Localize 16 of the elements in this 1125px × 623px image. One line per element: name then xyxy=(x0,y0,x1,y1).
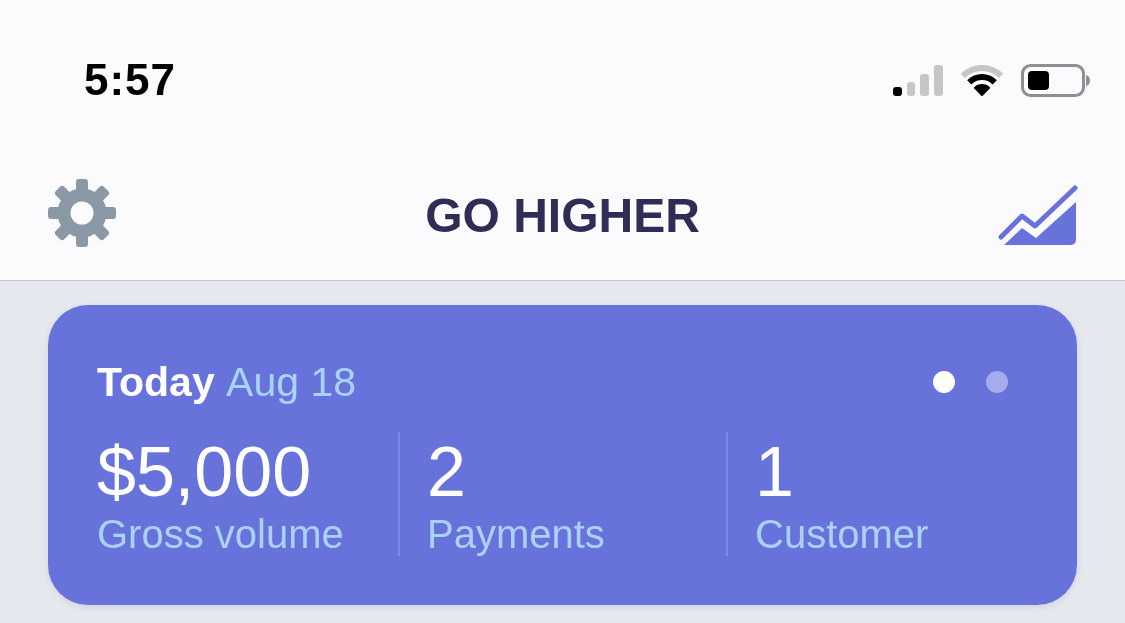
stat-value: $5,000 xyxy=(97,432,313,512)
battery-icon xyxy=(1021,63,1090,97)
card-heading: Today Aug 18 xyxy=(97,358,357,407)
nav-title: GO HIGHER xyxy=(425,187,700,243)
page-dot[interactable] xyxy=(986,371,1008,393)
stat-value: 1 xyxy=(755,432,795,512)
wifi-icon xyxy=(959,64,1005,96)
stat-label: Payments xyxy=(427,512,606,556)
page-dot[interactable] xyxy=(933,371,955,393)
settings-icon[interactable] xyxy=(47,178,117,248)
status-time: 5:57 xyxy=(84,55,177,105)
signal-icon xyxy=(893,64,943,96)
stat-label: Customer xyxy=(755,512,930,556)
stat-label: Gross volume xyxy=(97,512,345,556)
stat-value: 2 xyxy=(427,432,467,512)
trend-chart-icon[interactable] xyxy=(998,185,1078,245)
